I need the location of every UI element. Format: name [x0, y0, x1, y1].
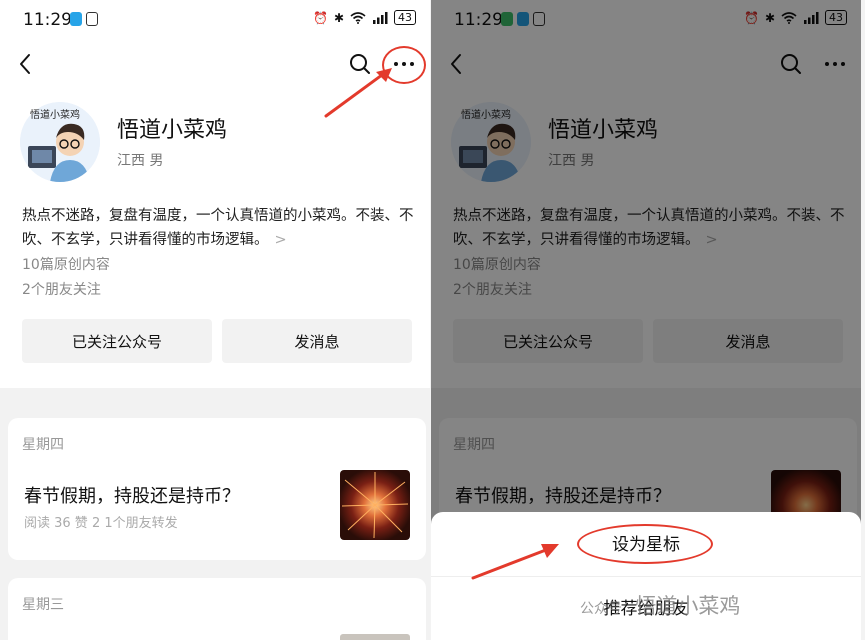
send-message-button[interactable]: 发消息 — [222, 319, 412, 363]
article-card[interactable]: 星期四 春节假期，持股还是持币？ 阅读 36 赞 2 1个朋友转发 — [8, 418, 426, 560]
description-text: 热点不迷路，复盘有温度，一个认真悟道的小菜鸡。不装、不吹、不玄学，只讲看得懂的市… — [22, 208, 414, 248]
status-bar: 11:29 ⏰ ✱ 43 — [0, 0, 430, 40]
annotation-arrow-icon — [471, 544, 559, 580]
account-description[interactable]: 热点不迷路，复盘有温度，一个认真悟道的小菜鸡。不装、不吹、不玄学，只讲看得懂的市… — [22, 204, 418, 252]
fireworks-image — [341, 472, 409, 539]
article-title: 春节假期，持股还是持币？ — [24, 486, 240, 507]
profile-screen-left: 11:29 ⏰ ✱ 43 悟道小菜鸡 悟道小菜鸡 江西 男 热点不迷路，复盘有温… — [0, 0, 430, 640]
watermark-prefix: 公众号 · — [580, 601, 636, 617]
chevron-right-icon: > — [274, 232, 287, 248]
fireworks-thumbnail — [340, 470, 410, 540]
watermark: 公众号 · 悟道小菜鸡 — [580, 590, 740, 620]
article-stats: 阅读 36 赞 2 1个朋友转发 — [24, 516, 178, 531]
status-system-icons: ⏰ ✱ 43 — [313, 10, 416, 25]
article-day: 星期三 — [22, 597, 64, 613]
profile-screen-right: 11:29 ⏰ ✱ 43 悟道小菜鸡 悟道小菜鸡 江西 男 热点不迷路，复盘有温… — [431, 0, 861, 640]
article-thumbnail — [340, 634, 410, 640]
account-name: 悟道小菜鸡 — [117, 118, 228, 143]
account-meta: 江西 男 — [117, 153, 164, 169]
original-count[interactable]: 10篇原创内容 — [22, 254, 110, 274]
friends-follow-count[interactable]: 2个朋友关注 — [22, 279, 101, 299]
bluetooth-icon: ✱ — [333, 10, 344, 25]
back-icon[interactable] — [12, 50, 40, 78]
avatar-caption: 悟道小菜鸡 — [30, 110, 80, 121]
article-day: 星期四 — [22, 437, 64, 453]
article-card[interactable]: 星期三 — [8, 578, 426, 640]
screenshot: 11:29 ⏰ ✱ 43 悟道小菜鸡 悟道小菜鸡 江西 男 热点不迷路，复盘有温… — [0, 0, 865, 640]
annotation-ellipse — [577, 524, 713, 564]
annotation-arrow-icon — [324, 68, 392, 118]
status-time: 11:29 — [23, 10, 72, 30]
nfc-icon — [86, 12, 98, 26]
battery-icon: 43 — [394, 10, 416, 25]
signal-icon — [373, 11, 388, 24]
alarm-icon: ⏰ — [312, 10, 328, 25]
watermark-text: 悟道小菜鸡 — [635, 594, 741, 618]
app-notification-icon — [70, 12, 82, 26]
status-notification-icons — [70, 12, 98, 26]
wifi-icon — [350, 11, 366, 24]
followed-button[interactable]: 已关注公众号 — [22, 319, 212, 363]
